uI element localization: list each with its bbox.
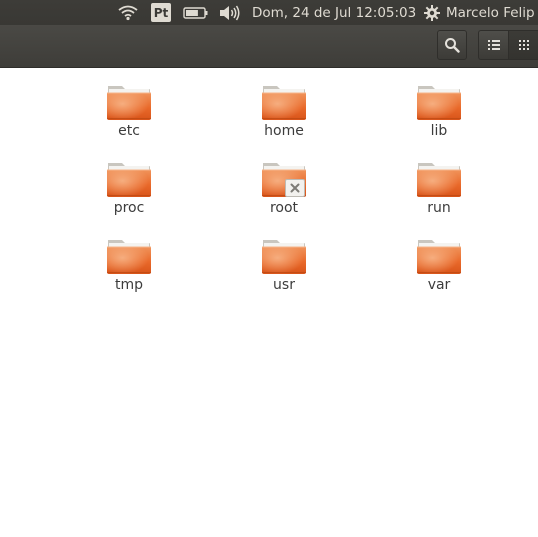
list-view-button[interactable] bbox=[478, 30, 508, 60]
folder-label: root bbox=[269, 200, 299, 216]
folder-item-run[interactable]: run bbox=[394, 160, 484, 216]
keyboard-layout-indicator[interactable]: Pt bbox=[151, 3, 171, 22]
gear-icon[interactable] bbox=[423, 0, 441, 25]
folder-label: home bbox=[264, 123, 304, 139]
folder-icon bbox=[261, 237, 307, 275]
folder-icon bbox=[416, 83, 462, 121]
grid-view-icon bbox=[519, 40, 529, 50]
folder-item-usr[interactable]: usr bbox=[239, 237, 329, 293]
folder-item-lib[interactable]: lib bbox=[394, 83, 484, 139]
folder-icon bbox=[106, 237, 152, 275]
file-manager-toolbar bbox=[0, 25, 538, 68]
folder-icon bbox=[416, 237, 462, 275]
folder-icon bbox=[261, 83, 307, 121]
top-panel: Pt Dom, 24 de Jul 12:05:03 Marcelo Felip bbox=[0, 0, 538, 25]
folder-item-root[interactable]: root bbox=[239, 160, 329, 216]
folder-item-home[interactable]: home bbox=[239, 83, 329, 139]
search-button[interactable] bbox=[437, 30, 467, 60]
folder-item-proc[interactable]: proc bbox=[84, 160, 174, 216]
folder-label: tmp bbox=[114, 277, 143, 293]
list-view-icon bbox=[487, 40, 500, 50]
folder-item-var[interactable]: var bbox=[394, 237, 484, 293]
no-access-emblem-icon bbox=[285, 179, 305, 197]
folder-label: proc bbox=[113, 200, 145, 216]
search-icon bbox=[445, 38, 460, 53]
battery-icon[interactable] bbox=[183, 0, 209, 25]
wifi-icon[interactable] bbox=[118, 0, 138, 25]
grid-view-button[interactable] bbox=[508, 30, 538, 60]
folder-item-tmp[interactable]: tmp bbox=[84, 237, 174, 293]
folder-label: run bbox=[427, 200, 451, 216]
folder-icon bbox=[106, 160, 152, 198]
folder-icon bbox=[416, 160, 462, 198]
folder-icon bbox=[106, 83, 152, 121]
user-name[interactable]: Marcelo Felip bbox=[446, 0, 535, 25]
folder-label: usr bbox=[273, 277, 295, 293]
folder-label: etc bbox=[118, 123, 140, 139]
folder-label: lib bbox=[430, 123, 448, 139]
clock-datetime[interactable]: Dom, 24 de Jul 12:05:03 bbox=[252, 0, 416, 25]
folder-item-etc[interactable]: etc bbox=[84, 83, 174, 139]
volume-icon[interactable] bbox=[218, 0, 242, 25]
file-grid: etc home lib proc root run tmp usr var bbox=[0, 68, 538, 537]
folder-label: var bbox=[427, 277, 451, 293]
